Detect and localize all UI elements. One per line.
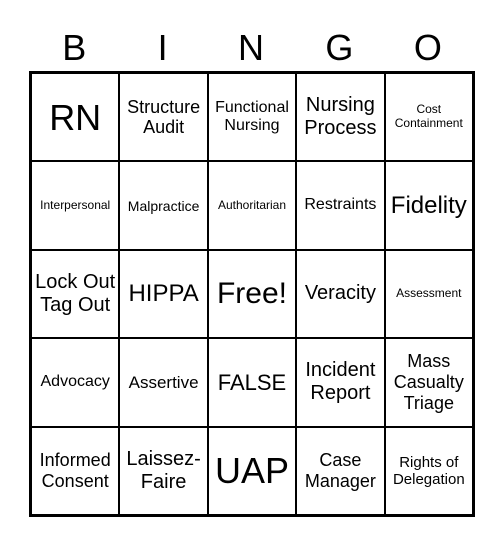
bingo-cell-text: Lock Out Tag Out — [35, 270, 116, 316]
bingo-cell[interactable]: Case Manager — [296, 426, 385, 515]
bingo-cell[interactable]: FALSE — [207, 338, 297, 427]
bingo-cell-text: Nursing Process — [304, 94, 377, 140]
bingo-cell-text: Cost Containment — [394, 102, 463, 131]
bingo-cell-text: Restraints — [304, 196, 377, 214]
bingo-cell-text: FALSE — [217, 369, 287, 395]
bingo-cell[interactable]: Assertive — [119, 338, 208, 427]
bingo-cell[interactable]: Assessment — [384, 249, 473, 339]
bingo-cell[interactable]: Fidelity — [384, 161, 473, 250]
bingo-cell-text: Informed Consent — [39, 450, 111, 491]
bingo-cell[interactable]: Cost Containment — [384, 73, 473, 162]
bingo-cell[interactable]: Rights of Delegation — [384, 426, 473, 515]
bingo-cell[interactable]: Malpractice — [119, 161, 208, 250]
header-letter-i: I — [157, 27, 168, 68]
bingo-cell-text: Advocacy — [40, 373, 110, 391]
bingo-cell[interactable]: Structure Audit — [119, 73, 208, 162]
bingo-cell-text: Incident Report — [305, 359, 376, 405]
bingo-cell[interactable]: Advocacy — [31, 338, 120, 427]
header-letter-o: O — [413, 27, 442, 68]
bingo-cell-text: Rights of Delegation — [392, 453, 465, 488]
bingo-cell-text: Assessment — [396, 286, 462, 301]
header-letter-g: G — [325, 27, 354, 68]
bingo-cell[interactable]: Functional Nursing — [207, 73, 297, 162]
bingo-cell[interactable]: RN — [31, 73, 120, 162]
bingo-cell-text: RN — [49, 96, 102, 138]
bingo-cell[interactable]: HIPPA — [119, 249, 208, 339]
bingo-cell-text: Interpersonal — [40, 197, 111, 212]
bingo-cell-text: UAP — [214, 450, 289, 492]
bingo-cell-text: Case Manager — [304, 450, 376, 491]
bingo-header: B I N G O — [30, 26, 472, 70]
bingo-cell-text: Laissez-Faire — [126, 447, 201, 493]
bingo-grid: RN Structure Audit Functional Nursing Nursi… — [29, 71, 475, 517]
bingo-cell[interactable]: Interpersonal — [31, 161, 120, 250]
bingo-cell-text: Veracity — [304, 282, 376, 305]
bingo-cell[interactable]: Free! — [207, 249, 297, 339]
bingo-cell[interactable]: Informed Consent — [31, 426, 120, 515]
bingo-cell[interactable]: Veracity — [296, 249, 385, 339]
header-letter-n: N — [238, 27, 265, 68]
bingo-cell-text: Structure Audit — [127, 96, 201, 138]
bingo-cell-text: Fidelity — [390, 191, 467, 219]
bingo-cell-text: Authoritarian — [217, 197, 287, 212]
bingo-cell[interactable]: Nursing Process — [296, 73, 385, 162]
bingo-cell[interactable]: Mass Casualty Triage — [384, 338, 473, 427]
bingo-cell[interactable]: Authoritarian — [207, 161, 297, 250]
bingo-cell[interactable]: Laissez-Faire — [119, 426, 208, 515]
bingo-cell-text: Free! — [216, 276, 287, 310]
bingo-cell-text: HIPPA — [128, 280, 199, 308]
bingo-cell[interactable]: Restraints — [296, 161, 385, 250]
header-letter-b: B — [62, 27, 87, 68]
bingo-cell-text: Malpractice — [127, 197, 200, 214]
bingo-cell[interactable]: UAP — [207, 426, 297, 515]
bingo-cell[interactable]: Incident Report — [296, 338, 385, 427]
bingo-cell-text: Assertive — [128, 372, 199, 392]
bingo-cell-text: Mass Casualty Triage — [393, 351, 464, 413]
bingo-cell[interactable]: Lock Out Tag Out — [31, 249, 120, 339]
bingo-cell-text: Functional Nursing — [215, 98, 289, 135]
